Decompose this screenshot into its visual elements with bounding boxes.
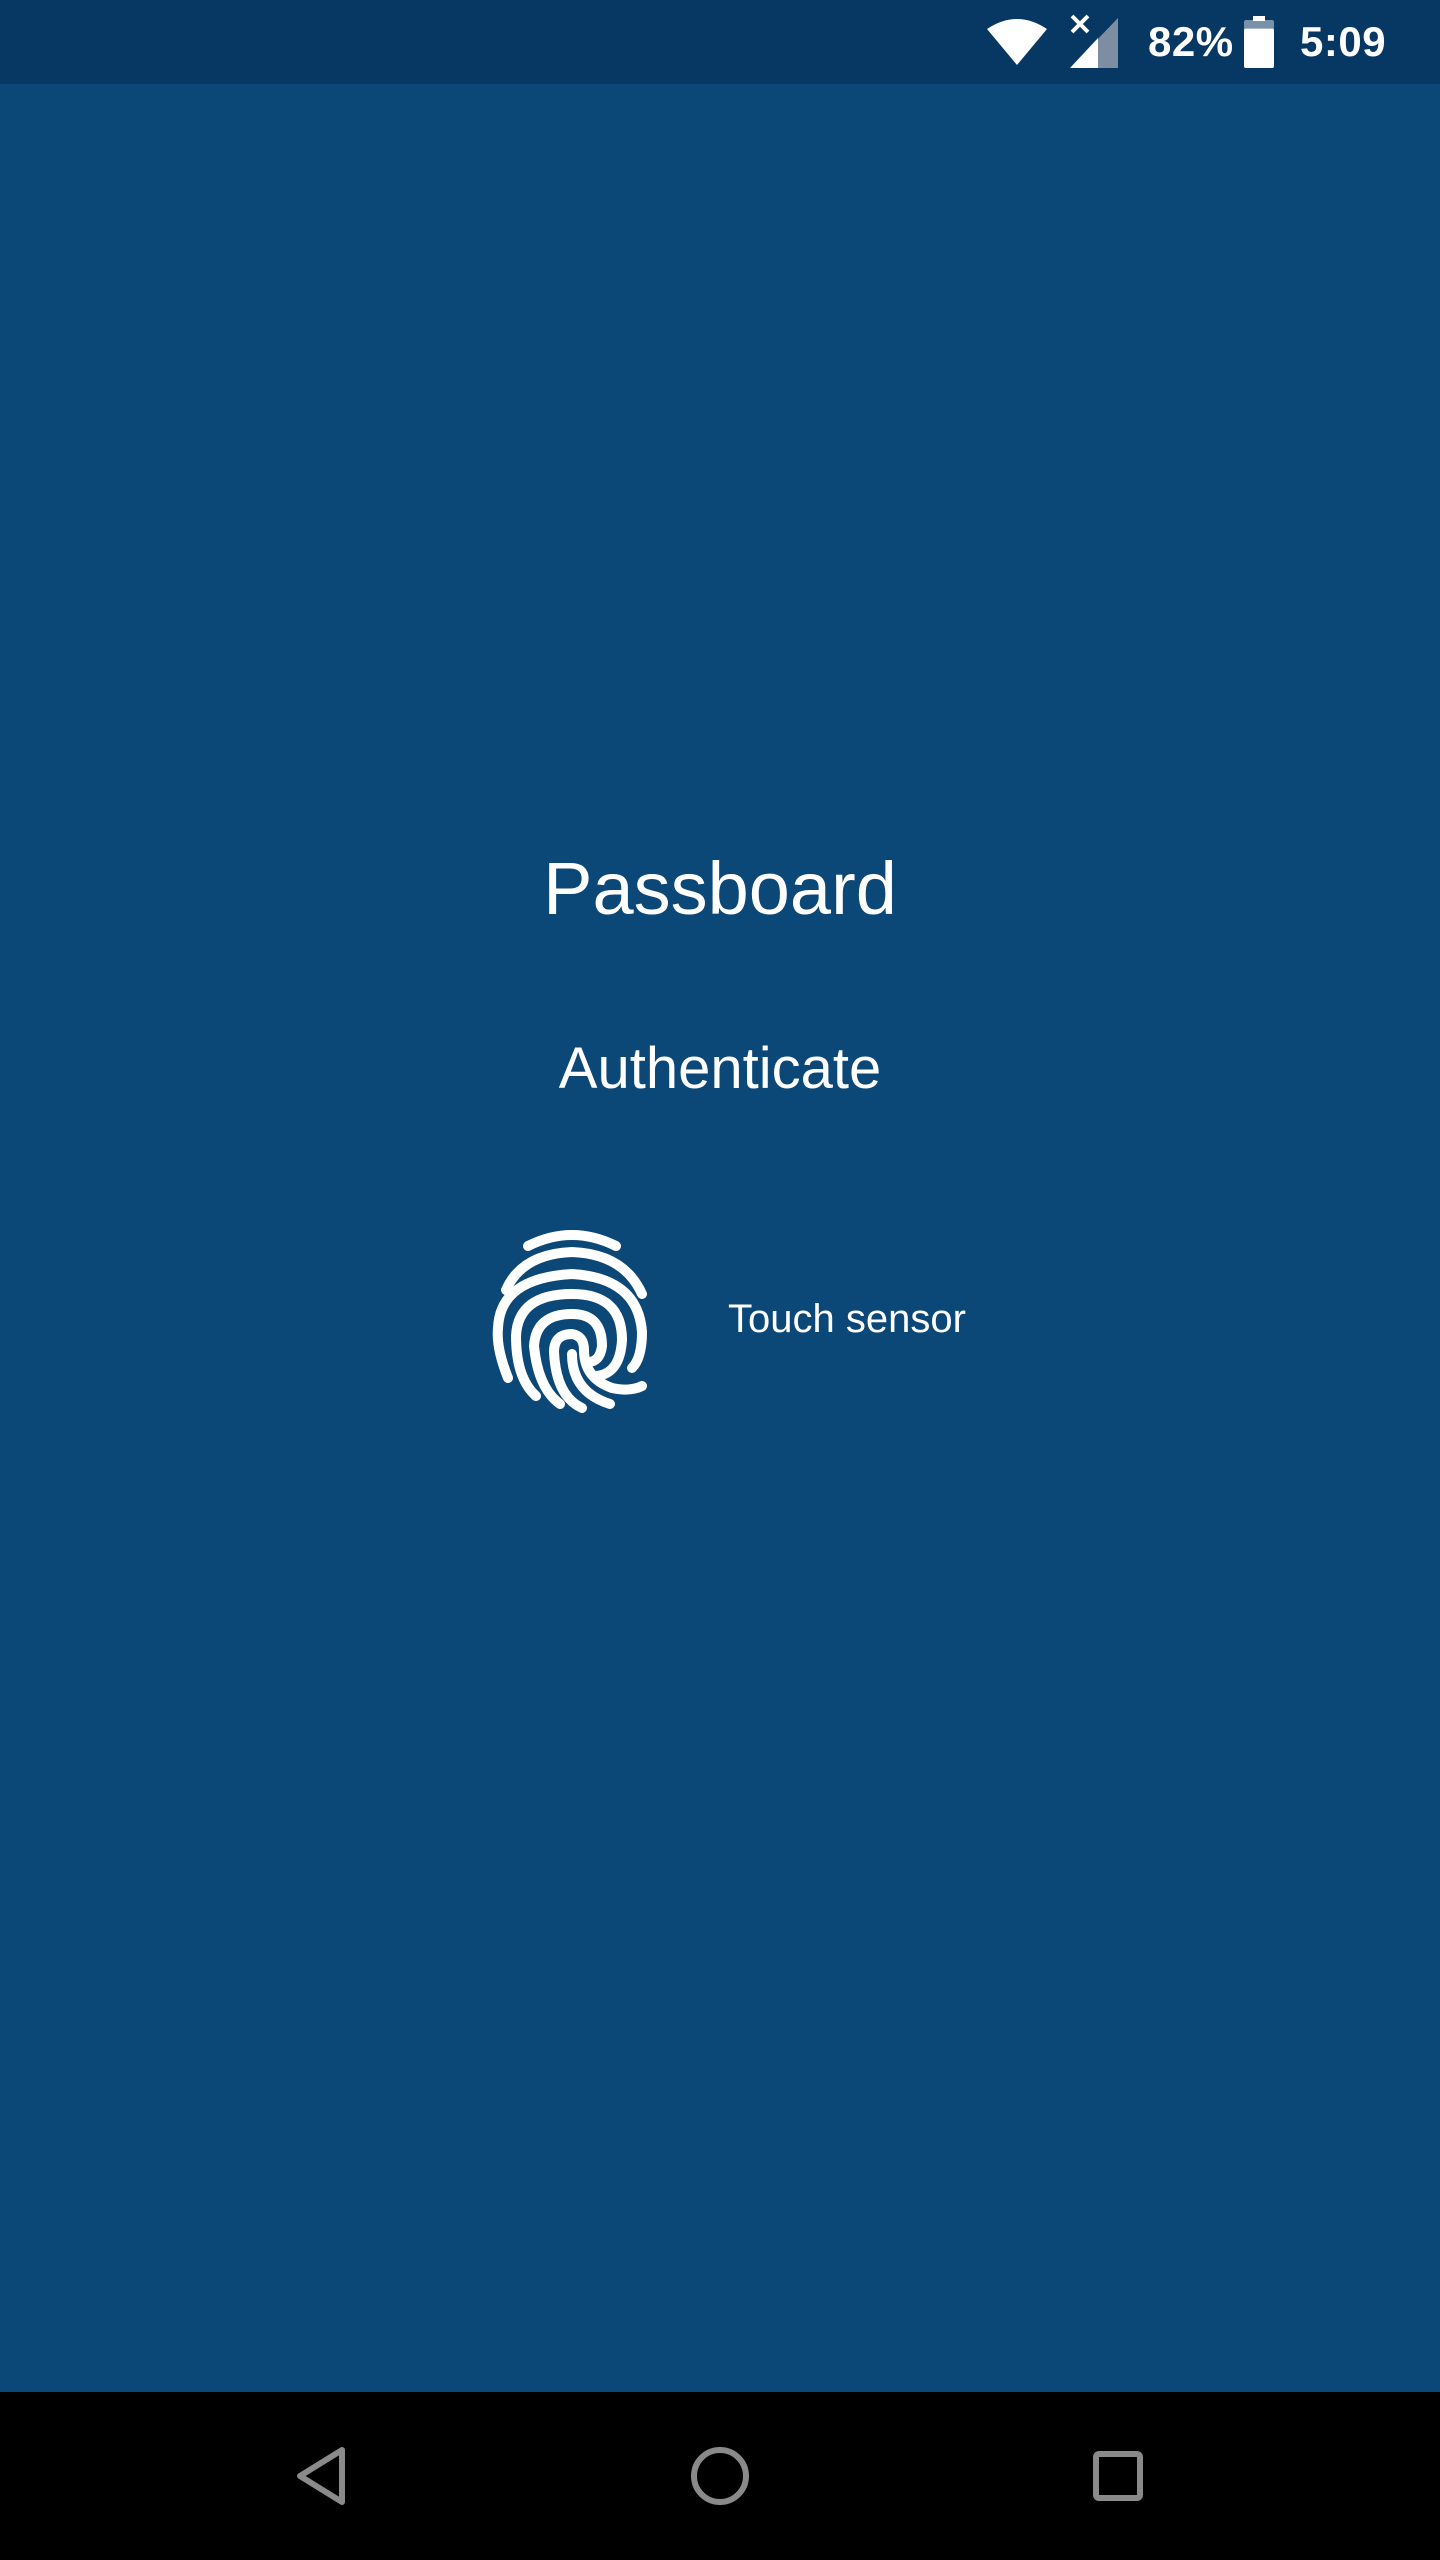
back-icon[interactable] [282, 2436, 362, 2516]
wifi-icon [985, 0, 1055, 84]
clock: 5:09 [1300, 18, 1387, 65]
recents-icon[interactable] [1078, 2436, 1158, 2516]
navigation-bar [0, 2392, 1440, 2560]
home-icon[interactable] [680, 2436, 760, 2516]
status-bar: 82% 5:09 [0, 0, 1440, 84]
app-title: Passboard [543, 847, 897, 930]
battery-icon [1244, 0, 1274, 84]
battery-percent: 82% [1148, 18, 1234, 65]
touch-sensor-label: Touch sensor [728, 1297, 966, 1341]
signal-no-data-icon [1068, 0, 1124, 84]
authenticate-heading: Authenticate [558, 1036, 882, 1101]
fingerprint-icon[interactable] [492, 1228, 652, 1414]
touch-sensor-row[interactable]: Touch sensor [0, 1224, 1440, 1414]
auth-screen: Passboard Authenticate Touch sensor [0, 84, 1440, 2392]
